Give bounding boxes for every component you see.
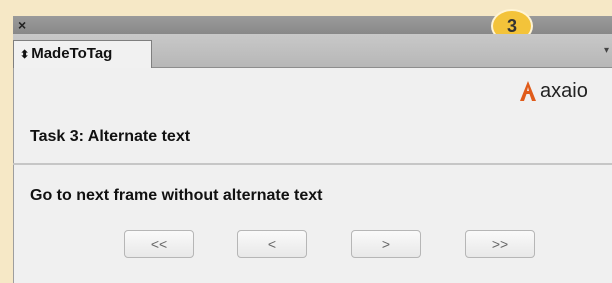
task-instruction: Go to next frame without alternate text [30,187,323,204]
next-frame-button[interactable]: > [351,230,421,258]
axaio-logo: axaio [518,77,588,105]
axaio-logo-icon [520,81,536,101]
tab-madetotag[interactable]: ⬍ MadeToTag [13,40,152,69]
up-down-chevron-icon: ⬍ [20,49,30,61]
step-number: 3 [506,16,517,36]
first-frame-button[interactable]: << [124,230,194,258]
tab-label: MadeToTag [31,45,113,62]
task-title: Task 3: Alternate text [30,128,191,145]
separator [13,163,612,165]
chevron-down-icon[interactable]: ▾ [604,45,609,56]
previous-frame-button[interactable]: < [237,230,307,258]
logo-text: axaio [540,79,588,102]
last-frame-button[interactable]: >> [465,230,535,258]
close-panel-button[interactable]: × [18,16,26,34]
